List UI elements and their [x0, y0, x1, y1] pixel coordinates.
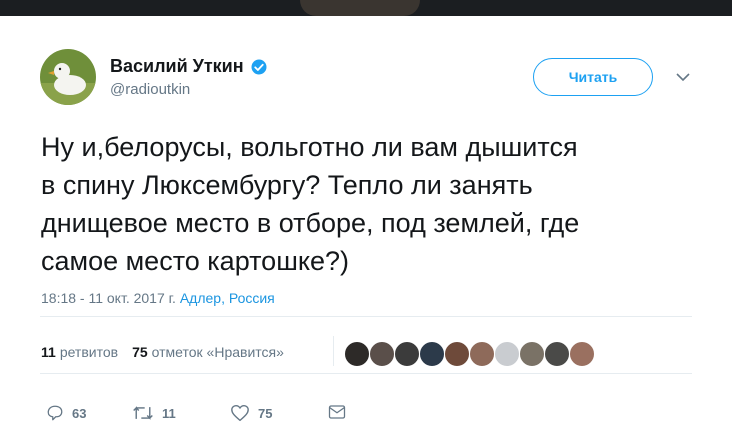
heart-icon: [231, 404, 249, 422]
user-name-row: Василий Уткин: [110, 56, 268, 77]
envelope-icon: [328, 405, 346, 419]
tweet-text-line: днищевое место в отборе, под землей, где: [41, 208, 580, 238]
liker-avatar[interactable]: [344, 341, 370, 367]
liker-avatar[interactable]: [469, 341, 495, 367]
tweet-meta: 18:18 - 11 окт. 2017 г. Адлер, Россия: [41, 290, 275, 306]
retweet-button[interactable]: 11: [132, 404, 176, 422]
user-handle[interactable]: @radioutkin: [110, 81, 190, 98]
tweet-text: Ну и,белорусы, вольготно ли вам дышится …: [41, 128, 701, 280]
divider: [40, 316, 692, 317]
header-background-strip: [0, 0, 732, 16]
reply-button[interactable]: 63: [46, 404, 86, 422]
liker-avatar[interactable]: [494, 341, 520, 367]
like-count: 75: [258, 405, 273, 421]
reply-count: 63: [72, 405, 87, 421]
tweet-text-line: самое место картошке?): [41, 246, 349, 276]
user-display-name[interactable]: Василий Уткин: [110, 56, 244, 77]
tweet-card: Василий Уткин @radioutkin Читать Ну и,бе…: [0, 16, 732, 430]
tweet-text-line: в спину Люксембургу? Тепло ли занять: [41, 170, 533, 200]
liker-avatar[interactable]: [569, 341, 595, 367]
follow-button[interactable]: Читать: [533, 58, 653, 96]
liker-avatar[interactable]: [419, 341, 445, 367]
verified-badge-icon: [251, 59, 267, 74]
retweets-label[interactable]: ретвитов: [60, 344, 118, 360]
tweet-timestamp[interactable]: 18:18 - 11 окт. 2017 г.: [41, 290, 176, 306]
background-photo-fragment: [300, 0, 420, 16]
likes-count[interactable]: 75: [132, 344, 148, 360]
user-avatar[interactable]: [40, 49, 96, 105]
tweet-stats: 11 ретвитов 75 отметок «Нравится»: [41, 344, 284, 360]
liker-avatar[interactable]: [369, 341, 395, 367]
duck-avatar-icon: [40, 49, 96, 105]
liker-avatar[interactable]: [519, 341, 545, 367]
retweet-count: 11: [162, 405, 176, 421]
liker-avatar[interactable]: [444, 341, 470, 367]
direct-message-button[interactable]: [328, 404, 354, 420]
retweet-icon: [133, 406, 153, 420]
chevron-down-icon[interactable]: [676, 72, 690, 82]
tweet-location[interactable]: Адлер, Россия: [180, 290, 275, 306]
liker-avatar[interactable]: [544, 341, 570, 367]
likes-label[interactable]: отметок «Нравится»: [152, 344, 284, 360]
stats-separator: [333, 336, 334, 366]
retweets-count[interactable]: 11: [41, 344, 56, 360]
tweet-text-line: Ну и,белорусы, вольготно ли вам дышится: [41, 132, 578, 162]
liker-avatar[interactable]: [394, 341, 420, 367]
divider: [40, 373, 692, 374]
like-button[interactable]: 75: [230, 404, 272, 422]
tweet-actions: 63 11 75: [40, 404, 440, 428]
reply-icon: [47, 405, 63, 421]
